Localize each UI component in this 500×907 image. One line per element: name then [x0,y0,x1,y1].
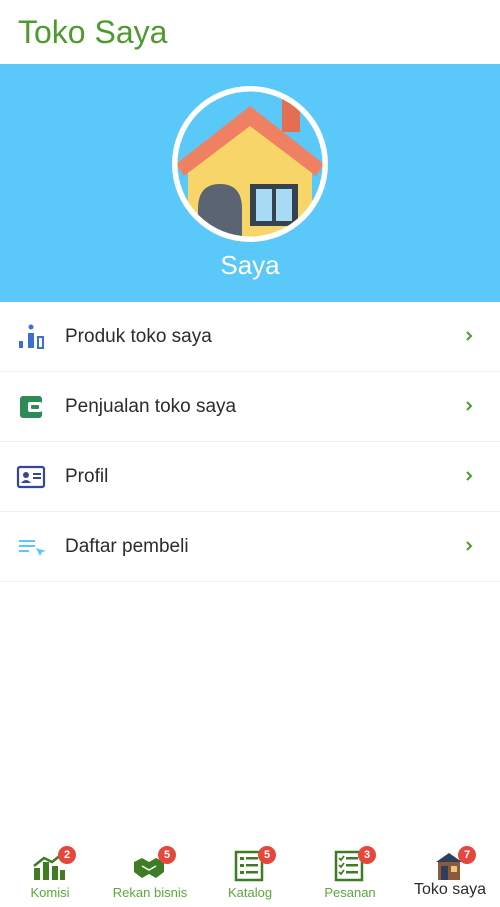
bottom-navigation: 2 Komisi 5 Rekan bisnis 5 Katalog 3 Pesa… [0,840,500,907]
notification-badge: 5 [158,846,176,864]
app-root: Toko Saya Saya Produk toko saya Penjuala… [0,0,500,907]
id-card-icon [16,465,46,489]
profile-name: Saya [220,250,280,280]
menu-list: Produk toko saya Penjualan toko saya Pro… [0,302,500,582]
menu-item-label: Produk toko saya [65,326,212,347]
nav-label: Pesanan [324,885,376,900]
menu-item-profil[interactable]: Profil [0,442,500,512]
chevron-right-icon [466,471,473,481]
nav-label: Katalog [227,885,273,900]
nav-item-toko-saya[interactable]: 7 Toko saya [400,840,500,907]
notification-badge: 5 [258,846,276,864]
page-title: Toko Saya [18,14,168,50]
house-avatar-icon[interactable] [170,84,330,244]
nav-label: Komisi [30,885,70,900]
nav-item-katalog[interactable]: 5 Katalog [200,840,300,907]
nav-item-rekan-bisnis[interactable]: 5 Rekan bisnis [100,840,200,907]
menu-item-penjualan[interactable]: Penjualan toko saya [0,372,500,442]
nav-item-komisi[interactable]: 2 Komisi [0,840,100,907]
chevron-right-icon [466,401,473,411]
nav-item-pesanan[interactable]: 3 Pesanan [300,840,400,907]
menu-item-label: Daftar pembeli [65,536,189,557]
menu-item-label: Profil [65,466,109,487]
menu-item-label: Penjualan toko saya [65,396,237,417]
list-icon [19,540,46,556]
wallet-icon [20,396,42,418]
chevron-right-icon [466,331,473,341]
notification-badge: 2 [58,846,76,864]
nav-label: Rekan bisnis [112,885,188,900]
notification-badge: 7 [458,846,476,864]
profile-banner: Saya [0,64,500,302]
menu-item-daftar-pembeli[interactable]: Daftar pembeli [0,512,500,582]
chevron-right-icon [466,541,473,551]
menu-item-produk[interactable]: Produk toko saya [0,302,500,372]
nav-label: Toko saya [413,881,487,898]
notification-badge: 3 [358,846,376,864]
app-header: Toko Saya [0,0,500,64]
bar-chart-icon [19,324,44,349]
